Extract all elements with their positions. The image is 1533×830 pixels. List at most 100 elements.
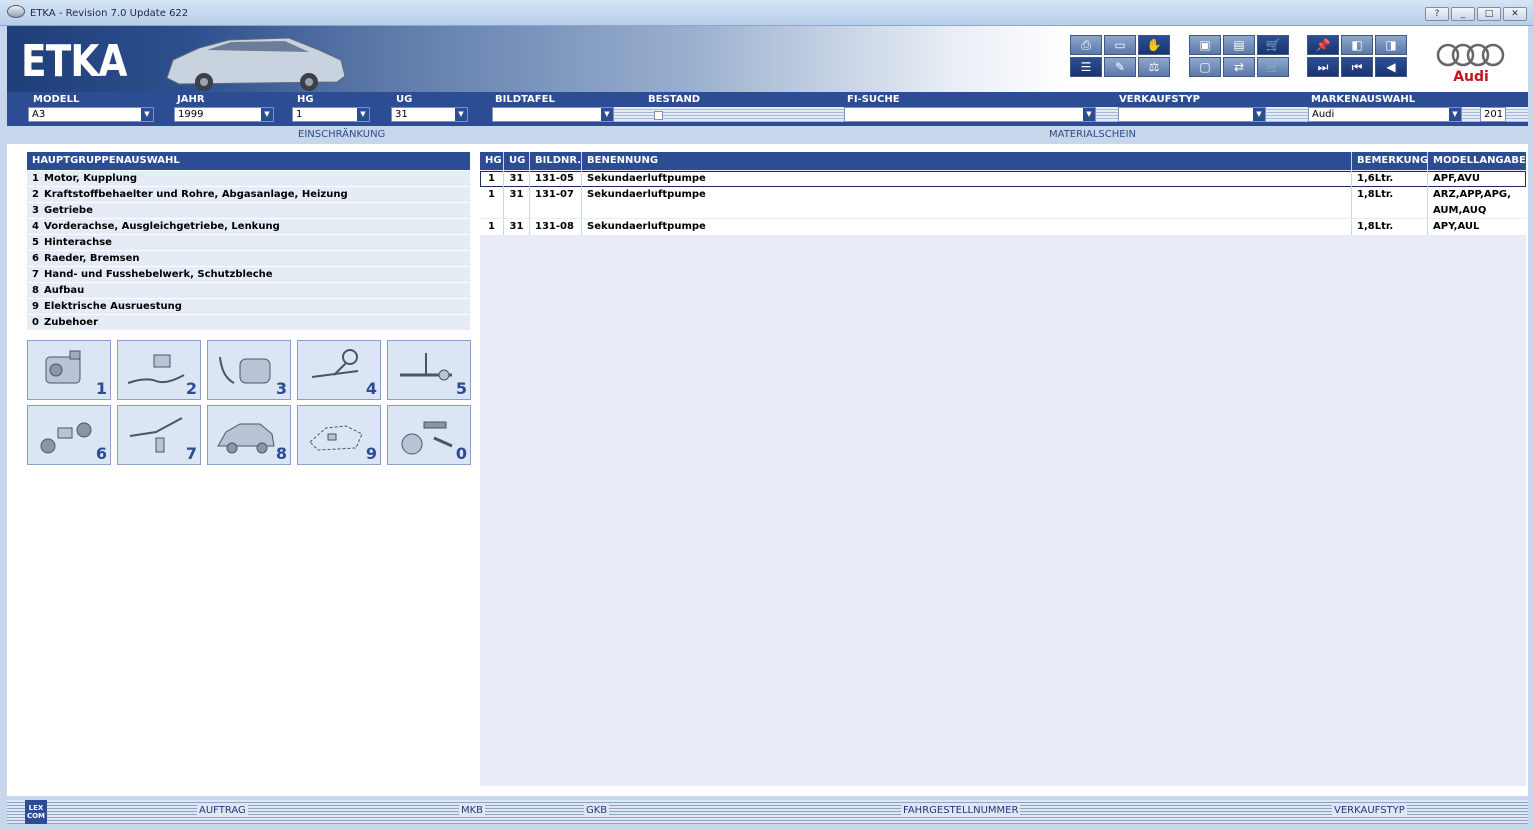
hg-label: HG [297,94,314,105]
scale-icon[interactable]: ⚖ [1138,57,1170,77]
page-back-icon[interactable]: ◧ [1341,35,1373,55]
ug-value: 31 [395,109,408,120]
list-item[interactable]: 4 Vorderachse, Ausgleichgetriebe, Lenkung [27,219,470,235]
book-icon[interactable]: ▭ [1104,35,1136,55]
table-header: HG UG BILDNR. BENENNUNG BEMERKUNG MODELL… [480,152,1526,170]
bestand-checkbox[interactable] [654,111,663,120]
thumb-engine[interactable]: 1 [27,340,111,400]
chevron-down-icon[interactable]: ▼ [261,108,273,121]
column-header-bildnr[interactable]: BILDNR. [530,152,582,170]
list-item[interactable]: 0 Zubehoer [27,315,470,331]
cart-icon[interactable]: 🛒 [1257,35,1289,55]
chevron-down-icon[interactable]: ▼ [357,108,369,121]
cell-hg: 1 [480,219,504,235]
nav-first-icon[interactable]: ⏭ [1307,57,1339,77]
chevron-down-icon[interactable]: ▼ [1449,108,1461,121]
table-row[interactable]: 1 31 131-05 Sekundaerluftpumpe 1,6Ltr. A… [480,171,1526,187]
depot-icon[interactable]: ▤ [1223,35,1255,55]
column-header-ug[interactable]: UG [504,152,530,170]
handshake-icon[interactable]: ✋ [1138,35,1170,55]
modell-select[interactable]: A3 ▼ [28,107,154,122]
fi-suche-hatch [1096,107,1118,122]
list-item[interactable]: 3 Getriebe [27,203,470,219]
cell-bildnr: 131-07 [530,187,582,218]
elsa-icon[interactable]: ▣ [1189,35,1221,55]
fi-suche-label: FI-SUCHE [847,94,900,105]
verkaufstyp-select[interactable]: ▼ [1118,107,1266,122]
column-header-benennung[interactable]: BENENNUNG [582,152,1352,170]
list-item[interactable]: 9 Elektrische Ausruestung [27,299,470,315]
thumb-fuel-system[interactable]: 2 [117,340,201,400]
rear-axle-icon [400,353,452,381]
materialschein-label: MATERIALSCHEIN [1049,129,1137,140]
group-label: Zubehoer [44,317,99,328]
list-item[interactable]: 6 Raeder, Bremsen [27,251,470,267]
help-button[interactable]: ? [1425,7,1449,21]
jahr-select[interactable]: 1999 ▼ [174,107,274,122]
group-number: 0 [32,317,39,328]
app-icon[interactable] [7,5,25,18]
chevron-down-icon[interactable]: ▼ [455,108,467,121]
bildtafel-select[interactable]: ▼ [492,107,614,122]
page-forward-icon[interactable]: ◨ [1375,35,1407,55]
thumb-wheels[interactable]: 6 [27,405,111,465]
thumb-front-axle[interactable]: 4 [297,340,381,400]
list-icon[interactable]: ☰ [1070,57,1102,77]
minimize-button[interactable]: _ [1451,7,1475,21]
list-item[interactable]: 1 Motor, Kupplung [27,171,470,187]
cart-add-icon[interactable]: 🛒 [1257,57,1289,77]
materialschein-table: HG UG BILDNR. BENENNUNG BEMERKUNG MODELL… [480,152,1526,786]
gkb-button[interactable]: GKB [584,805,610,816]
chevron-down-icon[interactable]: ▼ [1083,108,1095,121]
group-number: 5 [32,237,39,248]
list-item[interactable]: 8 Aufbau [27,283,470,299]
chevron-down-icon[interactable]: ▼ [1253,108,1265,121]
fahrgestellnummer-button[interactable]: FAHRGESTELLNUMMER [901,805,1021,816]
pedals-icon [129,417,183,453]
verkaufstyp-button[interactable]: VERKAUFSTYP [1332,805,1407,816]
column-header-modellangabe[interactable]: MODELLANGABE [1428,152,1526,170]
thumb-number: 6 [95,444,107,463]
filter-bar: MODELL A3 ▼ JAHR 1999 ▼ HG 1 ▼ UG 31 ▼ B… [7,92,1528,126]
table-row[interactable]: 1 31 131-08 Sekundaerluftpumpe 1,8Ltr. A… [480,219,1526,235]
print-icon[interactable]: ⎙ [1070,35,1102,55]
thumb-accessories[interactable]: 0 [387,405,471,465]
auftrag-button[interactable]: AUFTRAG [197,805,248,816]
column-header-bemerkung[interactable]: BEMERKUNG [1352,152,1428,170]
thumb-gearbox[interactable]: 3 [207,340,291,400]
markenauswahl-extra[interactable]: 201 [1480,107,1506,122]
pencil-icon[interactable]: ✎ [1104,57,1136,77]
chevron-down-icon[interactable]: ▼ [601,108,613,121]
thumb-number: 0 [455,444,467,463]
nav-back-icon[interactable]: ◀ [1375,57,1407,77]
cell-hg: 1 [480,171,504,187]
table-row[interactable]: 1 31 131-07 Sekundaerluftpumpe 1,8Ltr. A… [480,187,1526,219]
thumb-pedals[interactable]: 7 [117,405,201,465]
group-number: 8 [32,285,39,296]
einschraenkung-label: EINSCHRÄNKUNG [298,129,386,140]
lexcom-logo[interactable]: LEX COM [25,800,47,824]
group-label: Vorderachse, Ausgleichgetriebe, Lenkung [44,221,280,232]
thumb-body[interactable]: 8 [207,405,291,465]
wiring-icon [309,425,363,451]
transfer-icon[interactable]: ⇄ [1223,57,1255,77]
monitor-icon[interactable]: ▢ [1189,57,1221,77]
nav-prev-icon[interactable]: ⏮ [1341,57,1373,77]
close-button[interactable]: ✕ [1503,7,1527,21]
pin-icon[interactable]: 📌 [1307,35,1339,55]
list-item[interactable]: 5 Hinterachse [27,235,470,251]
jahr-value: 1999 [178,109,204,120]
chevron-down-icon[interactable]: ▼ [141,108,153,121]
list-item[interactable]: 7 Hand- und Fusshebelwerk, Schutzbleche [27,267,470,283]
thumb-electrical[interactable]: 9 [297,405,381,465]
ug-select[interactable]: 31 ▼ [391,107,468,122]
list-item[interactable]: 2 Kraftstoffbehaelter und Rohre, Abgasanl… [27,187,470,203]
column-header-hg[interactable]: HG [480,152,504,170]
fi-suche-select[interactable]: ▼ [844,107,1096,122]
hg-select[interactable]: 1 ▼ [292,107,370,122]
group-number: 2 [32,189,39,200]
mkb-button[interactable]: MKB [459,805,486,816]
maximize-button[interactable]: □ [1477,7,1501,21]
markenauswahl-select[interactable]: Audi ▼ [1308,107,1462,122]
thumb-rear-axle[interactable]: 5 [387,340,471,400]
